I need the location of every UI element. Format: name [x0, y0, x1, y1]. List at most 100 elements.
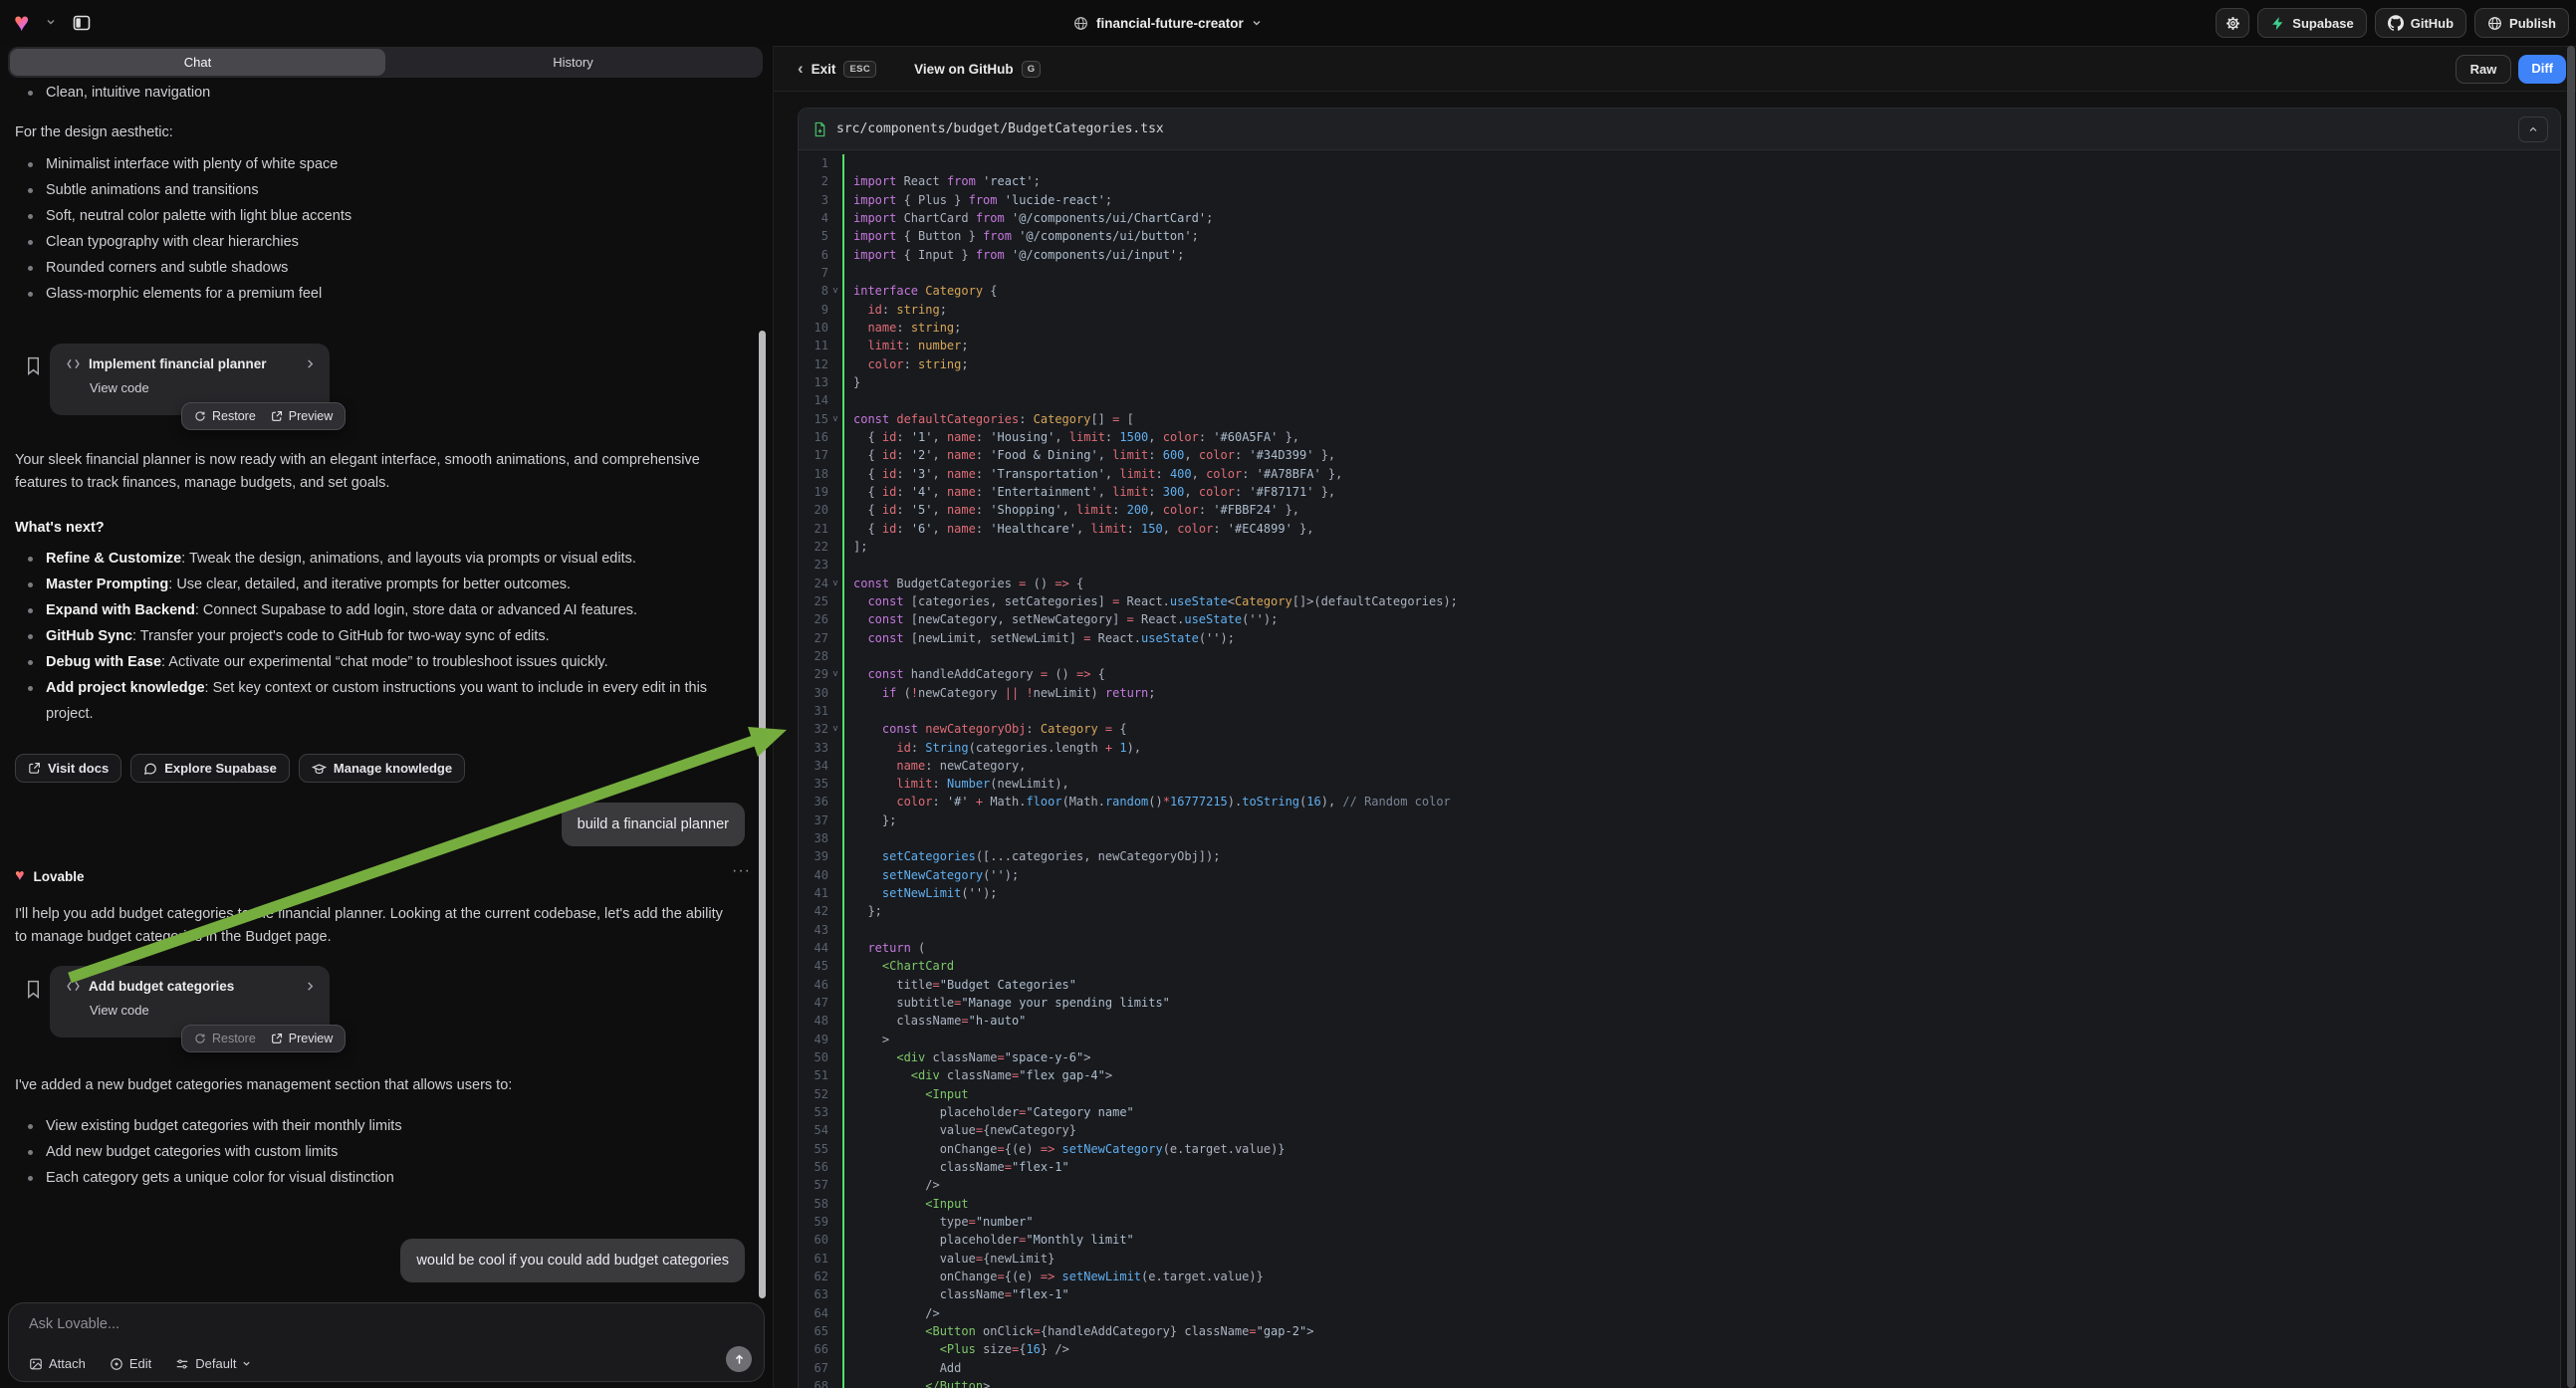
suggestion-buttons: Visit docs Explore Supabase Manage knowl… — [15, 754, 465, 783]
chat-scrollbar[interactable] — [759, 331, 766, 1298]
assistant-header: ♥ Lovable — [15, 868, 85, 884]
model-selector[interactable]: Default — [175, 1356, 251, 1371]
version-card-title: Add budget categories — [89, 979, 234, 994]
g-key-badge: G — [1022, 61, 1042, 78]
assistant-name: Lovable — [34, 869, 85, 884]
code-line: 26 const [newCategory, setNewCategory] =… — [799, 610, 2560, 628]
page-scrollbar[interactable] — [2567, 46, 2575, 1388]
view-code-link[interactable]: View code — [90, 1003, 316, 1018]
project-selector[interactable]: financial-future-creator — [1073, 0, 1262, 46]
restore-button[interactable]: Restore — [194, 409, 256, 423]
exit-button[interactable]: ‹ Exit ESC — [798, 61, 876, 78]
code-line: 4import ChartCard from '@/components/ui/… — [799, 209, 2560, 227]
code-line: 6import { Input } from '@/components/ui/… — [799, 246, 2560, 264]
manage-knowledge-button[interactable]: Manage knowledge — [299, 754, 465, 783]
edit-mode-button[interactable]: Edit — [110, 1356, 151, 1371]
list-item: Each category gets a unique color for vi… — [15, 1165, 737, 1191]
code-line: 14 — [799, 391, 2560, 409]
project-name: financial-future-creator — [1096, 16, 1244, 31]
code-line: 41 setNewLimit(''); — [799, 884, 2560, 902]
composer-toolbar: Attach Edit Default — [29, 1356, 251, 1371]
code-line: 36 color: '#' + Math.floor(Math.random()… — [799, 793, 2560, 810]
code-line: 52 <Input — [799, 1085, 2560, 1103]
list-item: Refine & Customize: Tweak the design, an… — [15, 546, 737, 572]
code-line: 60 placeholder="Monthly limit" — [799, 1231, 2560, 1249]
code-line: 1 — [799, 154, 2560, 172]
chat-composer[interactable]: Ask Lovable... Attach Edit Default — [8, 1302, 765, 1382]
code-line: 30 if (!newCategory || !newLimit) return… — [799, 684, 2560, 702]
assistant-paragraph: I've added a new budget categories manag… — [15, 1074, 737, 1097]
code-line: 8vinterface Category { — [799, 282, 2560, 300]
code-line: 16 { id: '1', name: 'Housing', limit: 15… — [799, 428, 2560, 446]
list-item: View existing budget categories with the… — [15, 1113, 737, 1139]
lovable-heart-icon: ♥ — [15, 868, 25, 884]
chevron-left-icon: ‹ — [798, 62, 804, 76]
graduation-cap-icon — [312, 762, 327, 776]
list-item: Add new budget categories with custom li… — [15, 1139, 737, 1165]
diff-toggle-button[interactable]: Diff — [2518, 55, 2566, 84]
supabase-button[interactable]: Supabase — [2257, 8, 2366, 38]
list-item: Soft, neutral color palette with light b… — [15, 203, 737, 229]
list-item: Rounded corners and subtle shadows — [15, 255, 737, 281]
code-line: 54 value={newCategory} — [799, 1121, 2560, 1139]
file-bar[interactable]: src/components/budget/BudgetCategories.t… — [799, 109, 2560, 150]
scrolled-bullet-list: Clean, intuitive navigation — [15, 80, 737, 106]
code-header: ‹ Exit ESC View on GitHub G Raw Diff — [774, 46, 2576, 92]
code-line: 32v const newCategoryObj: Category = { — [799, 720, 2560, 738]
raw-toggle-button[interactable]: Raw — [2456, 55, 2512, 84]
code-line: 5import { Button } from '@/components/ui… — [799, 227, 2560, 245]
code-line: 39 setCategories([...categories, newCate… — [799, 847, 2560, 865]
visit-docs-button[interactable]: Visit docs — [15, 754, 121, 783]
preview-button[interactable]: Preview — [271, 409, 333, 423]
code-line: 38 — [799, 829, 2560, 847]
view-code-link[interactable]: View code — [90, 380, 316, 395]
code-editor[interactable]: 1 2import React from 'react';3import { P… — [799, 150, 2560, 1388]
assistant-paragraph: Your sleek financial planner is now read… — [15, 449, 737, 495]
lovable-logo-icon[interactable]: ♥ — [14, 8, 29, 36]
code-line: 50 <div className="space-y-6"> — [799, 1048, 2560, 1066]
circle-dot-icon — [110, 1357, 123, 1371]
code-line: 9 id: string; — [799, 301, 2560, 319]
github-button[interactable]: GitHub — [2375, 8, 2466, 38]
restore-icon — [194, 1033, 206, 1044]
file-card: src/components/budget/BudgetCategories.t… — [798, 108, 2561, 1388]
send-button[interactable] — [726, 1346, 752, 1372]
logo-menu-chevron-icon[interactable] — [46, 17, 56, 27]
code-brackets-icon — [66, 980, 81, 993]
chevron-down-icon — [1252, 18, 1262, 28]
composer-placeholder[interactable]: Ask Lovable... — [29, 1316, 750, 1332]
code-line: 29v const handleAddCategory = () => { — [799, 665, 2560, 683]
file-path: src/components/budget/BudgetCategories.t… — [836, 121, 1164, 136]
bookmark-icon[interactable] — [25, 356, 42, 375]
bookmark-icon[interactable] — [25, 980, 42, 999]
settings-button[interactable] — [2216, 8, 2249, 38]
globe-icon — [1073, 16, 1088, 31]
toggle-sidebar-button[interactable] — [66, 7, 98, 39]
list-item: Debug with Ease: Activate our experiment… — [15, 649, 737, 675]
tab-chat[interactable]: Chat — [10, 49, 385, 76]
attach-button[interactable]: Attach — [29, 1356, 86, 1371]
chevron-up-icon — [2527, 123, 2539, 135]
code-line: 15vconst defaultCategories: Category[] =… — [799, 410, 2560, 428]
message-more-menu[interactable]: ··· — [732, 862, 751, 880]
code-line: 13} — [799, 373, 2560, 391]
esc-key-badge: ESC — [843, 61, 876, 78]
list-item: Subtle animations and transitions — [15, 177, 737, 203]
version-card-title: Implement financial planner — [89, 356, 267, 371]
view-on-github-button[interactable]: View on GitHub G — [914, 61, 1041, 78]
code-line: 61 value={newLimit} — [799, 1250, 2560, 1268]
code-line: 47 subtitle="Manage your spending limits… — [799, 994, 2560, 1012]
explore-supabase-button[interactable]: Explore Supabase — [130, 754, 290, 783]
publish-button[interactable]: Publish — [2474, 8, 2569, 38]
code-line: 67 Add — [799, 1359, 2560, 1377]
code-line: 48 className="h-auto" — [799, 1012, 2560, 1030]
preview-button[interactable]: Preview — [271, 1032, 333, 1045]
code-line: 42 }; — [799, 902, 2560, 920]
collapse-file-button[interactable] — [2518, 116, 2548, 142]
code-line: 11 limit: number; — [799, 337, 2560, 354]
code-line: 44 return ( — [799, 939, 2560, 957]
tab-history[interactable]: History — [385, 49, 761, 76]
external-link-icon — [28, 762, 41, 775]
message-circle-icon — [143, 762, 157, 776]
restore-button[interactable]: Restore — [194, 1032, 256, 1045]
